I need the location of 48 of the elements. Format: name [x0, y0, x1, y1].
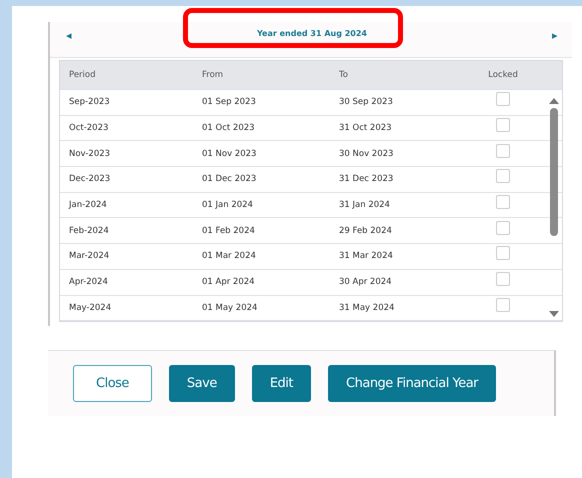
column-header: Period	[68, 70, 97, 80]
table-cell-text: 31 May 2024	[338, 302, 396, 313]
table-cell-text: Sep-2023	[68, 97, 111, 108]
table-cell-text: 30 Nov 2023	[338, 148, 394, 159]
column-header: From	[201, 70, 224, 80]
table-cell-text: 31 Dec 2023	[338, 174, 394, 184]
table-cell-text: May-2024	[68, 302, 112, 313]
table-cell-text: 01 Feb 2024	[201, 226, 256, 236]
primary-button[interactable]: Save	[168, 365, 235, 402]
locked-checkbox[interactable]	[496, 298, 510, 312]
table-cell-text: 31 Mar 2024	[338, 251, 394, 262]
table-cell-text: 01 Oct 2023	[201, 123, 256, 134]
table-cell-text: 30 Apr 2024	[338, 277, 393, 288]
table-cell-text: Dec-2023	[68, 174, 112, 184]
table-cell-text: Mar-2024	[68, 251, 110, 262]
scrollbar-thumb[interactable]	[550, 108, 558, 236]
table-cell-text: 29 Feb 2024	[338, 226, 393, 236]
locked-checkbox[interactable]	[496, 272, 510, 286]
locked-checkbox[interactable]	[496, 220, 510, 235]
table-cell-text: 01 Dec 2023	[201, 174, 258, 184]
table-cell-text: Jan-2024	[68, 200, 108, 210]
scroll-down-icon[interactable]	[549, 311, 559, 318]
primary-button[interactable]: Edit	[252, 365, 312, 402]
locked-checkbox[interactable]	[496, 169, 510, 184]
table-cell-text: 01 Mar 2024	[201, 251, 257, 262]
locked-checkbox[interactable]	[496, 92, 510, 106]
table-cell-text: Apr-2024	[68, 277, 109, 288]
column-header: To	[338, 70, 349, 80]
table-cell-text: Nov-2023	[68, 148, 112, 159]
secondary-button[interactable]: Close	[73, 365, 152, 402]
table-cell-text: 01 Jan 2024	[201, 200, 254, 210]
table-cell-text: 31 Jan 2024	[338, 200, 391, 210]
table-cell-text: 01 Sep 2023	[201, 97, 257, 108]
scroll-up-icon[interactable]	[549, 98, 559, 104]
table-cell-text: 30 Sep 2023	[338, 97, 394, 108]
column-header: Locked	[487, 70, 519, 80]
locked-checkbox[interactable]	[496, 118, 510, 132]
table-cell-text: 01 Apr 2024	[201, 277, 256, 288]
primary-button[interactable]: Change Financial Year	[328, 365, 496, 402]
table-cell-text: Oct-2023	[68, 123, 110, 134]
table-cell-text: 01 Nov 2023	[201, 148, 258, 159]
table-cell-text: Feb-2024	[68, 226, 110, 236]
locked-checkbox[interactable]	[496, 246, 510, 260]
year-title: Year ended 31 Aug 2024	[257, 29, 367, 38]
table-cell-text: 31 Oct 2023	[338, 123, 393, 134]
locked-checkbox[interactable]	[496, 144, 510, 158]
locked-checkbox[interactable]	[496, 195, 510, 210]
table-cell-text: 01 May 2024	[201, 302, 258, 313]
